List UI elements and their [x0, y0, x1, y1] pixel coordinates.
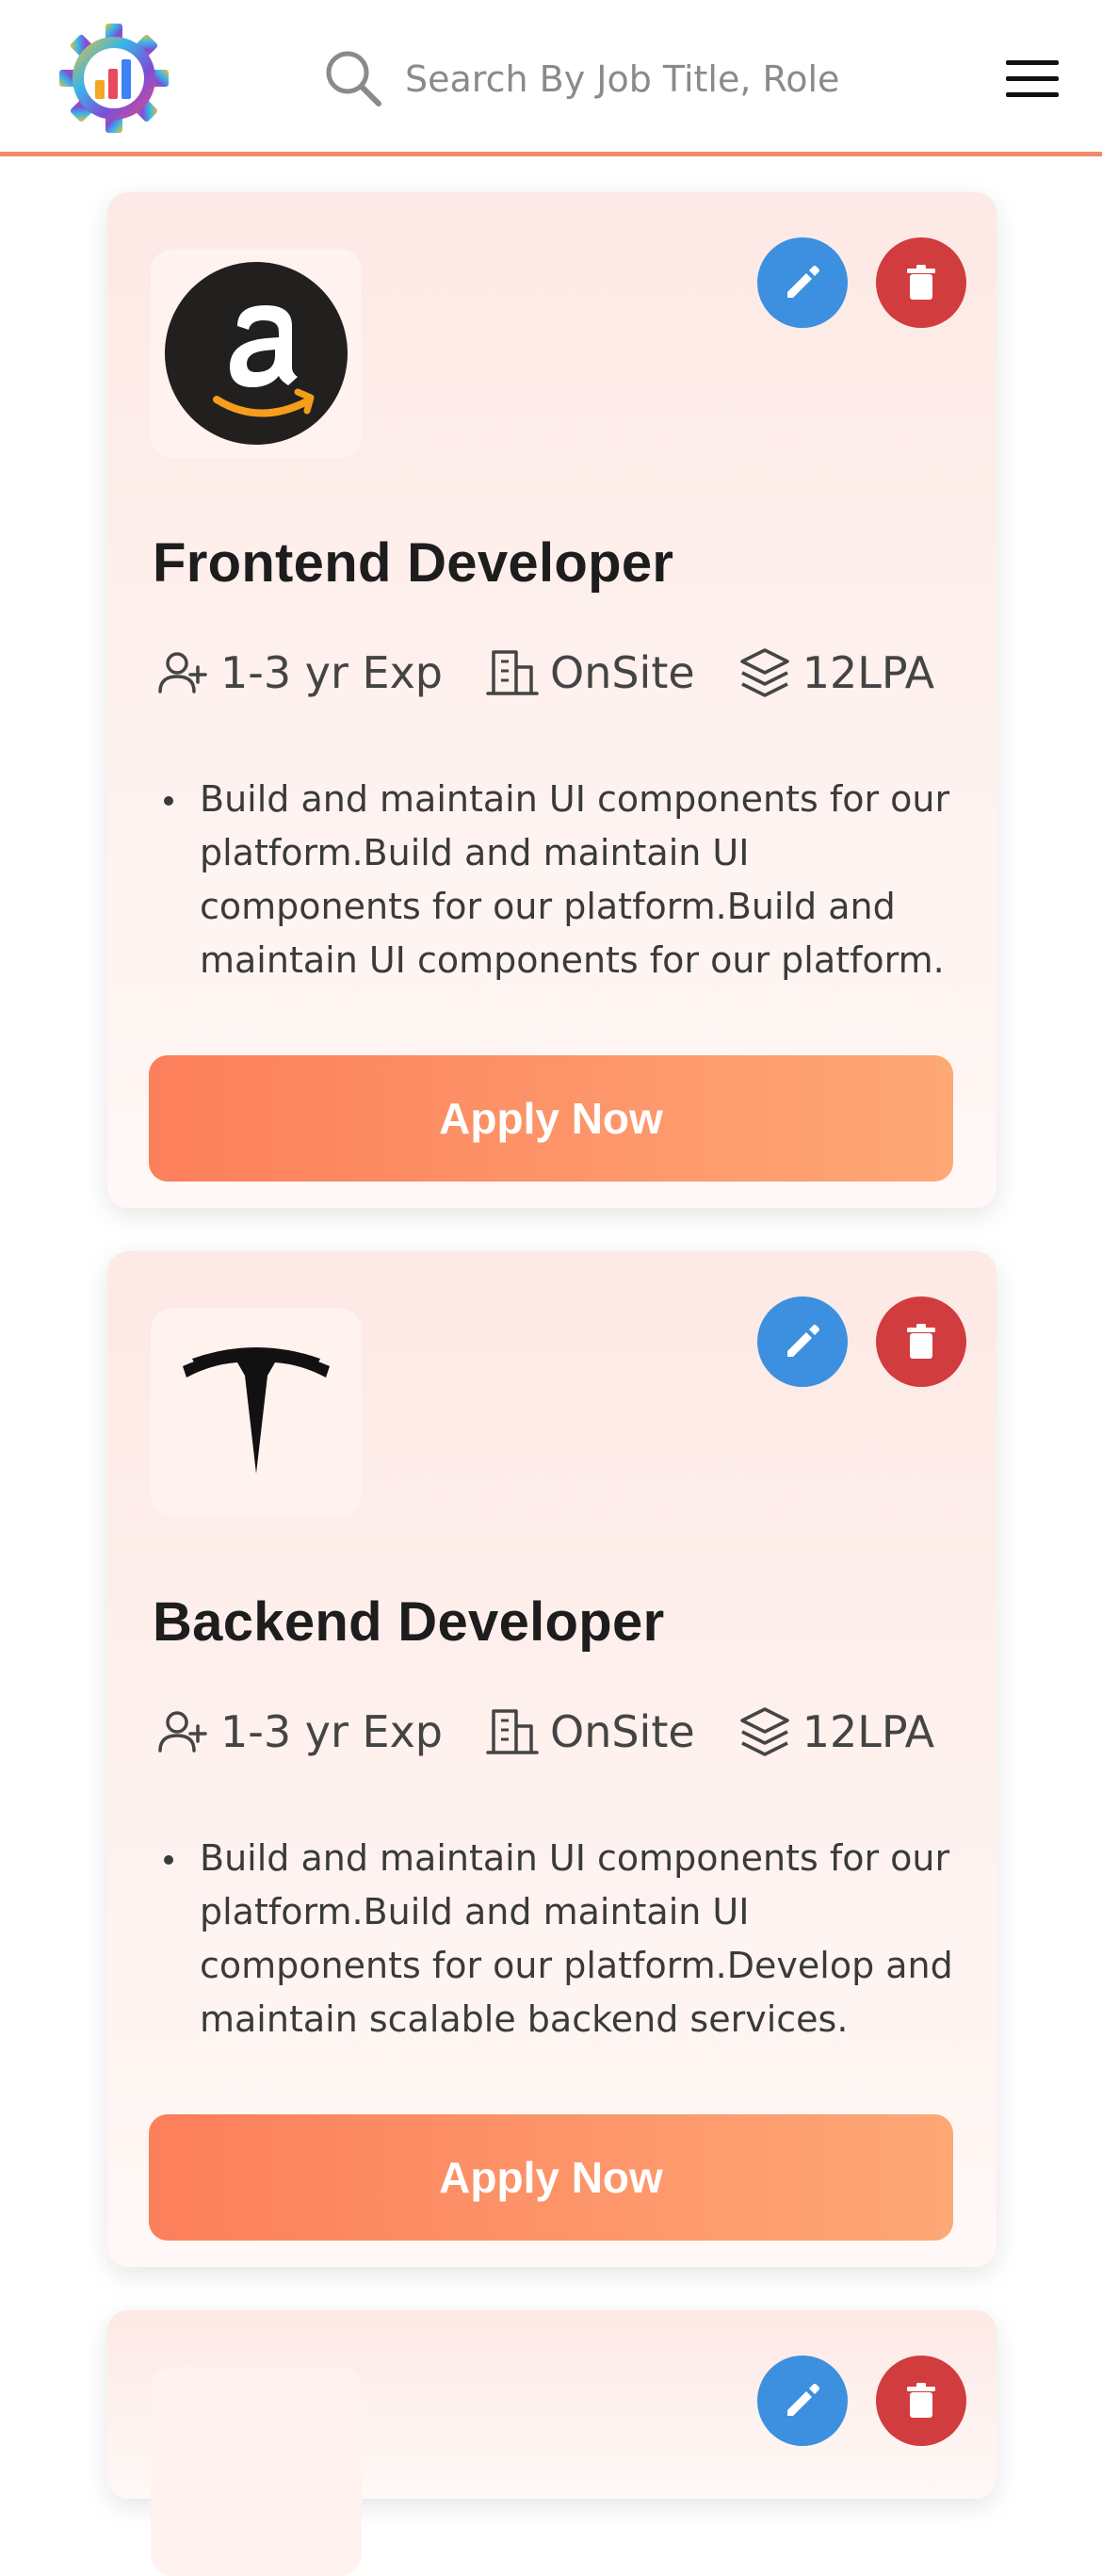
experience-meta: 1-3 yr Exp — [154, 644, 443, 701]
app-header — [0, 0, 1102, 156]
work-mode-meta: OnSite — [484, 1704, 695, 1760]
company-logo-tesla — [151, 1308, 362, 1517]
amazon-logo-icon — [165, 262, 348, 445]
search-icon[interactable] — [322, 47, 384, 109]
delete-button[interactable] — [876, 237, 966, 328]
salary-text: 12LPA — [802, 647, 935, 698]
company-logo — [151, 2367, 362, 2576]
app-logo[interactable] — [58, 23, 170, 134]
edit-button[interactable] — [757, 1296, 848, 1387]
apply-now-button[interactable]: Apply Now — [149, 1055, 953, 1182]
experience-meta: 1-3 yr Exp — [154, 1704, 443, 1760]
job-description: Build and maintain UI components for our… — [153, 773, 963, 987]
search-input[interactable] — [405, 49, 932, 109]
salary-meta: 12LPA — [737, 644, 934, 701]
building-icon — [486, 1709, 539, 1754]
pencil-icon — [787, 1325, 819, 1357]
work-mode-text: OnSite — [550, 647, 695, 698]
delete-button[interactable] — [876, 2356, 966, 2446]
delete-button[interactable] — [876, 1296, 966, 1387]
job-title: Backend Developer — [153, 1591, 665, 1653]
description-item: Build and maintain UI components for our… — [153, 773, 963, 987]
job-description: Build and maintain UI components for our… — [153, 1832, 963, 2046]
edit-button[interactable] — [757, 237, 848, 328]
description-item: Build and maintain UI components for our… — [153, 1832, 963, 2046]
salary-meta: 12LPA — [737, 1704, 934, 1760]
building-icon — [486, 650, 539, 695]
trash-icon — [907, 265, 935, 300]
hamburger-menu-icon[interactable] — [1006, 60, 1059, 98]
user-plus-icon — [158, 1711, 207, 1753]
job-card-partial — [107, 2310, 997, 2576]
experience-text: 1-3 yr Exp — [220, 647, 443, 698]
layers-icon — [739, 648, 789, 697]
job-meta: 1-3 yr Exp OnSite 12LPA — [154, 644, 976, 701]
trash-icon — [907, 2383, 935, 2418]
trash-icon — [907, 1324, 935, 1359]
pencil-icon — [787, 266, 819, 298]
user-plus-icon — [158, 652, 207, 693]
company-logo-amazon — [151, 249, 362, 458]
work-mode-meta: OnSite — [484, 644, 695, 701]
salary-text: 12LPA — [802, 1706, 935, 1757]
apply-now-button[interactable]: Apply Now — [149, 2114, 953, 2241]
tesla-logo-icon — [183, 1347, 330, 1474]
work-mode-text: OnSite — [550, 1706, 695, 1757]
pencil-icon — [787, 2384, 819, 2416]
job-meta: 1-3 yr Exp OnSite 12LPA — [154, 1704, 976, 1760]
experience-text: 1-3 yr Exp — [220, 1706, 443, 1757]
job-card: Backend Developer 1-3 yr Exp OnSite 12LP… — [107, 1251, 997, 2267]
job-title: Frontend Developer — [153, 532, 674, 594]
edit-button[interactable] — [757, 2356, 848, 2446]
job-card: Frontend Developer 1-3 yr Exp OnSite 12L… — [107, 192, 997, 1208]
layers-icon — [739, 1707, 789, 1756]
